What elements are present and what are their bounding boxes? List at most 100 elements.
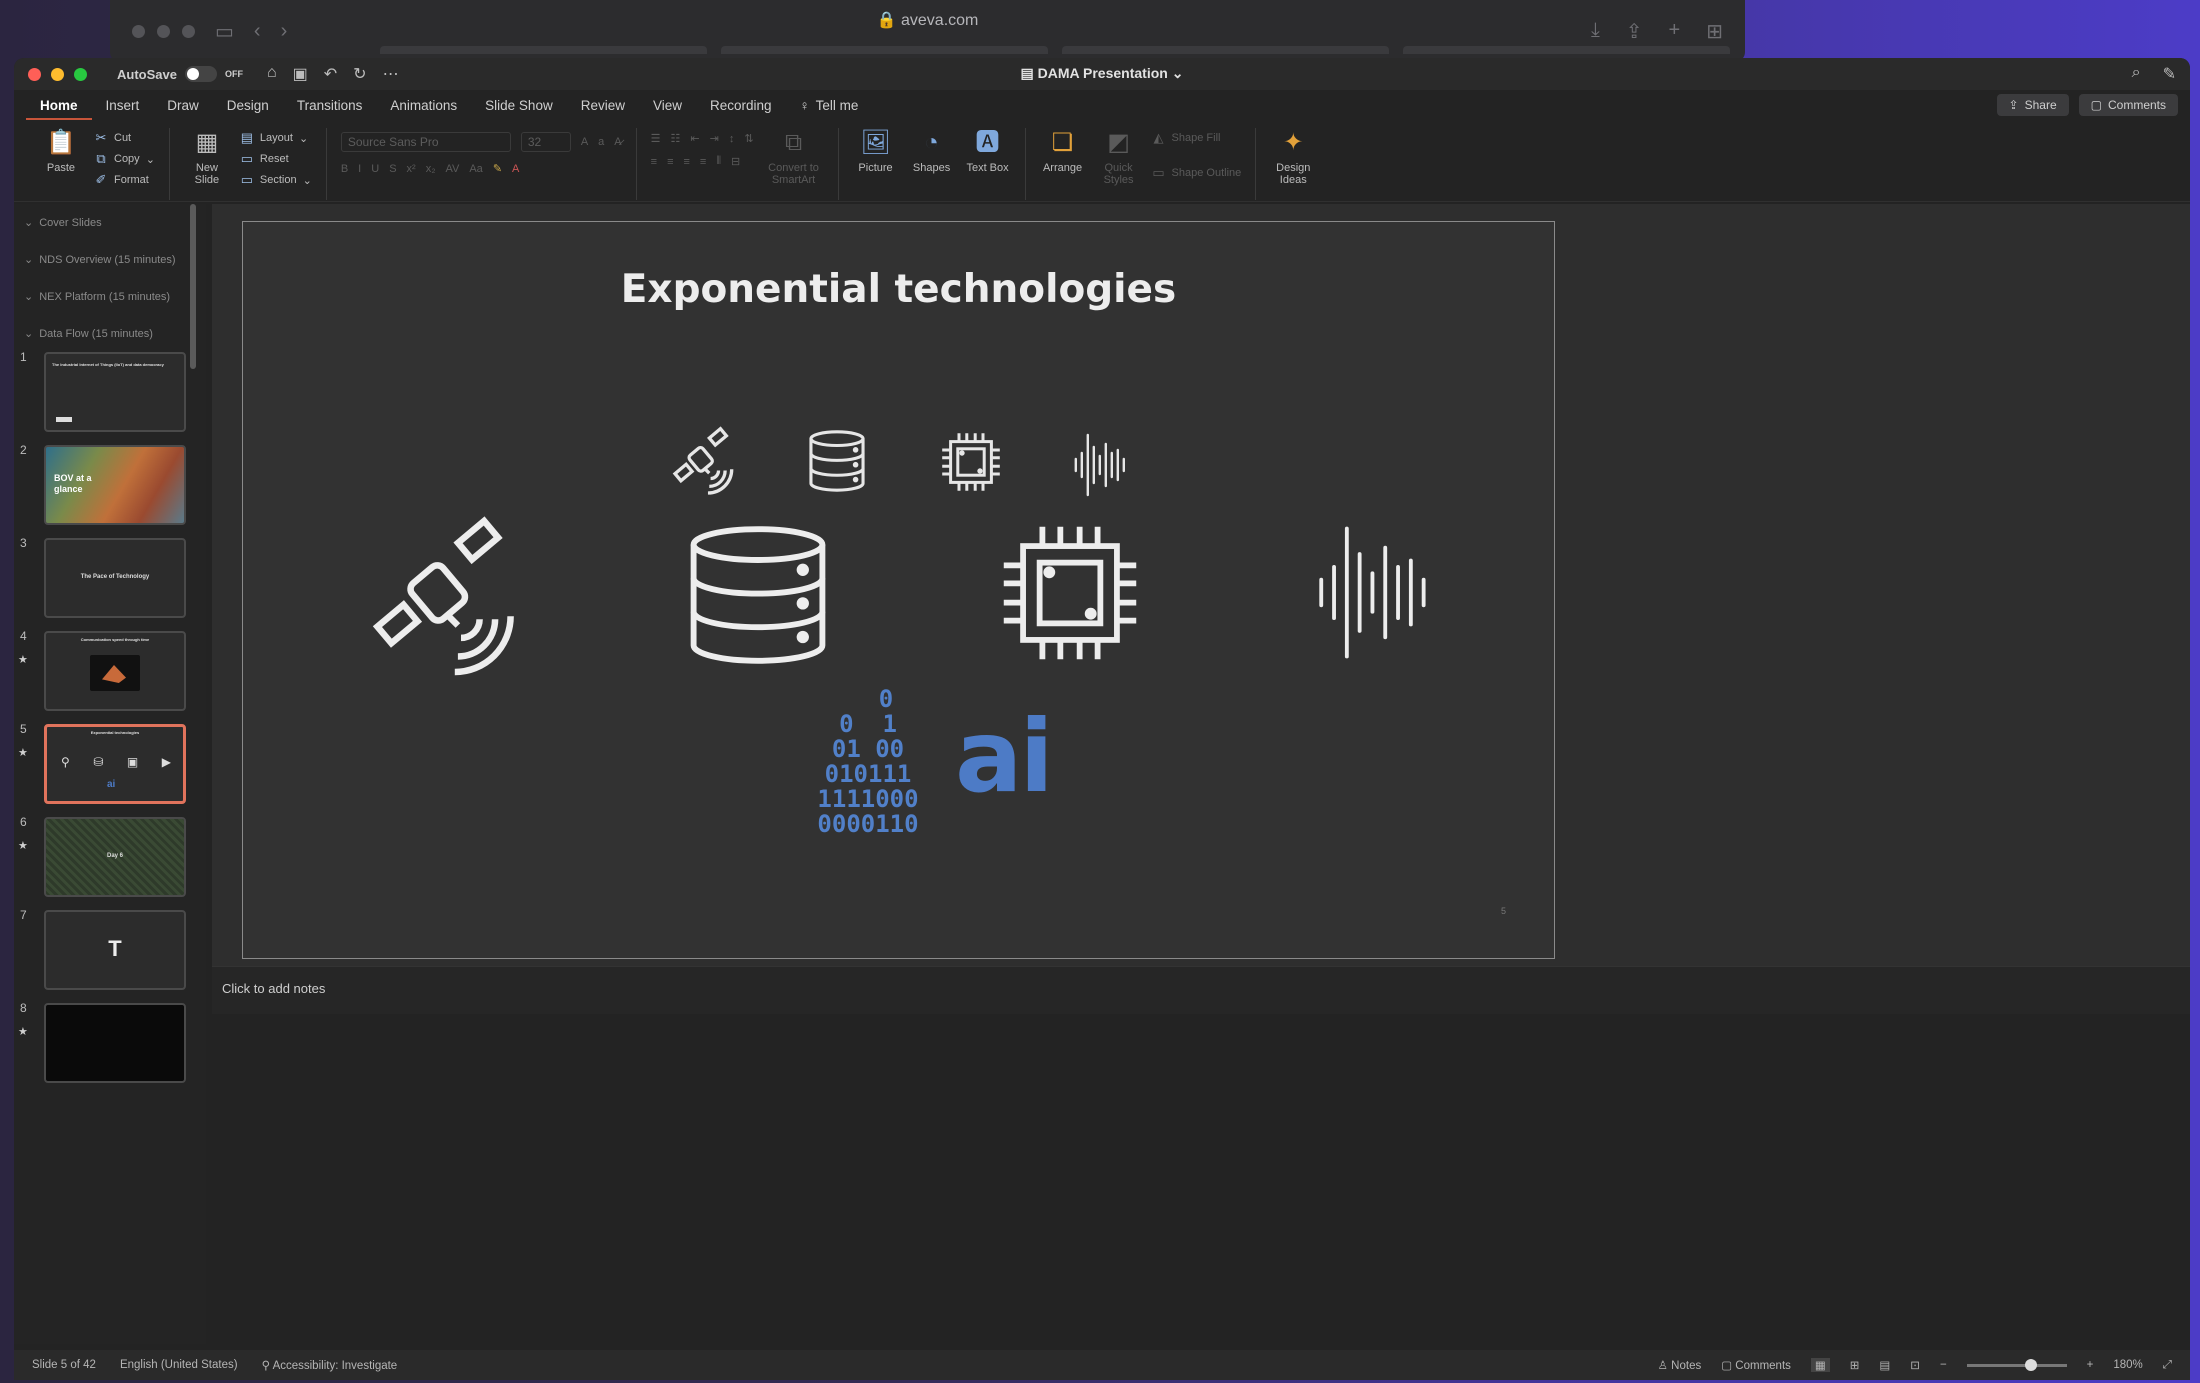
paste-button[interactable]: 📋 Paste: [38, 128, 84, 174]
fit-slide-icon[interactable]: ⤢: [2163, 1359, 2172, 1372]
new-slide-button[interactable]: ▦ New Slide: [184, 128, 230, 186]
cut-button[interactable]: ✂ Cut: [94, 130, 155, 146]
zoom-out-icon[interactable]: −: [1940, 1359, 1947, 1371]
section-header[interactable]: ⌄ NDS Overview (15 minutes): [14, 241, 206, 278]
share-button[interactable]: ⇪ Share: [1996, 94, 2069, 116]
slide-thumbnail-3[interactable]: 3 The Pace of Technology: [14, 536, 206, 631]
tab-review[interactable]: Review: [567, 90, 639, 120]
quick-styles-button[interactable]: ◩ Quick Styles: [1096, 128, 1142, 186]
tab-slide-show[interactable]: Slide Show: [471, 90, 567, 120]
align-left-icon[interactable]: ≡: [651, 156, 657, 168]
tab-draw[interactable]: Draw: [153, 90, 213, 120]
slide-thumbnail-2[interactable]: 2 BOV at a glance: [14, 443, 206, 538]
thumbnail[interactable]: The Pace of Technology: [44, 538, 186, 618]
tab-recording[interactable]: Recording: [696, 90, 786, 120]
thumbnail[interactable]: Day 6: [44, 817, 186, 897]
slide-sorter-icon[interactable]: ⊞: [1850, 1358, 1860, 1372]
chip-icon[interactable]: [1001, 524, 1139, 662]
normal-view-icon[interactable]: ▦: [1810, 1358, 1830, 1372]
slide-thumbnails-pane[interactable]: ⌄ Cover Slides ⌄ NDS Overview (15 minute…: [14, 204, 206, 1344]
align-text-icon[interactable]: ⊟: [731, 155, 740, 168]
bullets-icon[interactable]: ☰: [651, 132, 661, 145]
tab-view[interactable]: View: [639, 90, 696, 120]
thumbnail[interactable]: The Industrial Internet of Things (IIoT)…: [44, 352, 186, 432]
presenter-view-icon[interactable]: ⊡: [1910, 1358, 1920, 1372]
thumbnails-scrollbar[interactable]: [190, 204, 196, 369]
chip-icon-small[interactable]: [941, 432, 1001, 492]
subscript-icon[interactable]: x₂: [426, 163, 436, 175]
minimize-button[interactable]: [51, 67, 64, 81]
layout-button[interactable]: ▤ Layout ⌄: [240, 130, 312, 146]
thumbnail[interactable]: BOV at a glance: [44, 445, 186, 525]
highlight-icon[interactable]: ✎: [493, 162, 502, 175]
superscript-icon[interactable]: x²: [407, 163, 416, 175]
thumbnail[interactable]: [44, 1003, 186, 1083]
save-icon[interactable]: ▣: [293, 64, 308, 84]
change-case-icon[interactable]: Aa: [469, 163, 482, 175]
redo-icon[interactable]: ↻: [353, 64, 366, 84]
autosave-toggle[interactable]: [184, 66, 217, 82]
shape-outline-button[interactable]: ▭ Shape Outline: [1152, 165, 1241, 181]
reset-button[interactable]: ▭ Reset: [240, 151, 312, 167]
soundwave-icon-small[interactable]: [1071, 432, 1131, 498]
autosave-control[interactable]: AutoSave OFF: [117, 66, 243, 82]
zoom-slider[interactable]: [1966, 1358, 2067, 1371]
section-header[interactable]: ⌄ Data Flow (15 minutes): [14, 315, 206, 352]
align-right-icon[interactable]: ≡: [683, 156, 689, 168]
columns-icon[interactable]: ⫴: [716, 155, 721, 168]
reading-view-icon[interactable]: ▤: [1879, 1358, 1890, 1372]
more-icon[interactable]: ⋯: [383, 64, 399, 84]
slide-title[interactable]: Exponential technologies: [243, 267, 1554, 312]
accessibility-button[interactable]: ⚲ Accessibility: Investigate: [262, 1358, 398, 1372]
copy-button[interactable]: ⧉ Copy ⌄: [94, 151, 155, 167]
section-header[interactable]: ⌄ NEX Platform (15 minutes): [14, 278, 206, 315]
database-icon-small[interactable]: [805, 430, 869, 492]
font-name-select[interactable]: Source Sans Pro: [340, 132, 511, 152]
section-header[interactable]: ⌄ Cover Slides: [14, 204, 206, 241]
font-color-icon[interactable]: A: [512, 163, 519, 175]
slide-thumbnail-8[interactable]: 8 ★: [14, 1001, 206, 1096]
notes-pane[interactable]: Click to add notes: [212, 966, 2190, 1014]
address-bar[interactable]: 🔒 aveva.com: [110, 10, 1745, 30]
undo-icon[interactable]: ↶: [324, 64, 337, 84]
text-direction-icon[interactable]: ⇅: [744, 132, 753, 145]
picture-button[interactable]: 🖼 Picture: [853, 128, 899, 174]
slide-thumbnail-1[interactable]: 1 The Industrial Internet of Things (IIo…: [14, 350, 206, 445]
increase-indent-icon[interactable]: ⇥: [710, 132, 719, 145]
zoom-in-icon[interactable]: +: [2087, 1359, 2094, 1371]
tab-design[interactable]: Design: [213, 90, 283, 120]
binary-code-graphic[interactable]: 0 0 1 01 00 010111 1111000 0000110: [798, 687, 938, 837]
strikethrough-icon[interactable]: S: [389, 163, 396, 175]
decrease-indent-icon[interactable]: ⇤: [690, 132, 699, 145]
slide-thumbnail-6[interactable]: 6 ★ Day 6: [14, 815, 206, 910]
pen-icon[interactable]: ✎: [2163, 64, 2176, 84]
browser-tabs[interactable]: [380, 46, 1730, 54]
tell-me-search[interactable]: ♀ Tell me: [786, 98, 873, 113]
shapes-button[interactable]: ◔ Shapes: [909, 128, 955, 174]
arrange-button[interactable]: ❏ Arrange: [1040, 128, 1086, 174]
window-controls[interactable]: [28, 67, 87, 81]
format-painter-button[interactable]: ✐ Format: [94, 172, 155, 188]
shape-fill-button[interactable]: ◭ Shape Fill: [1152, 130, 1242, 146]
zoom-level[interactable]: 180%: [2113, 1359, 2142, 1371]
slide-thumbnail-4[interactable]: 4 ★ Communication speed through time: [14, 629, 206, 724]
satellite-icon[interactable]: [368, 516, 523, 676]
tab-insert[interactable]: Insert: [92, 90, 154, 120]
thumbnail[interactable]: Communication speed through time: [44, 631, 186, 711]
tab-animations[interactable]: Animations: [376, 90, 471, 120]
convert-smartart-button[interactable]: ⧉ Convert to SmartArt: [764, 128, 824, 186]
tab-home[interactable]: Home: [26, 90, 92, 120]
thumbnail-selected[interactable]: Exponential technologies ⚲ ⛁ ▣ ▶ ai: [44, 724, 186, 804]
numbering-icon[interactable]: ☷: [671, 132, 681, 145]
design-ideas-button[interactable]: ✦ Design Ideas: [1270, 128, 1316, 186]
tab-transitions[interactable]: Transitions: [283, 90, 377, 120]
grow-font-icon[interactable]: A: [581, 136, 588, 148]
char-spacing-icon[interactable]: AV: [445, 163, 459, 175]
shrink-font-icon[interactable]: a: [598, 136, 604, 148]
slide-canvas[interactable]: Exponential technologies 0 0 1 01 00 010…: [212, 204, 2190, 966]
comments-button[interactable]: ▢ Comments: [2078, 94, 2178, 116]
line-spacing-icon[interactable]: ↕: [729, 133, 735, 145]
justify-icon[interactable]: ≡: [700, 156, 706, 168]
soundwave-icon[interactable]: [1311, 515, 1439, 670]
search-icon[interactable]: ⌕: [2132, 64, 2141, 84]
